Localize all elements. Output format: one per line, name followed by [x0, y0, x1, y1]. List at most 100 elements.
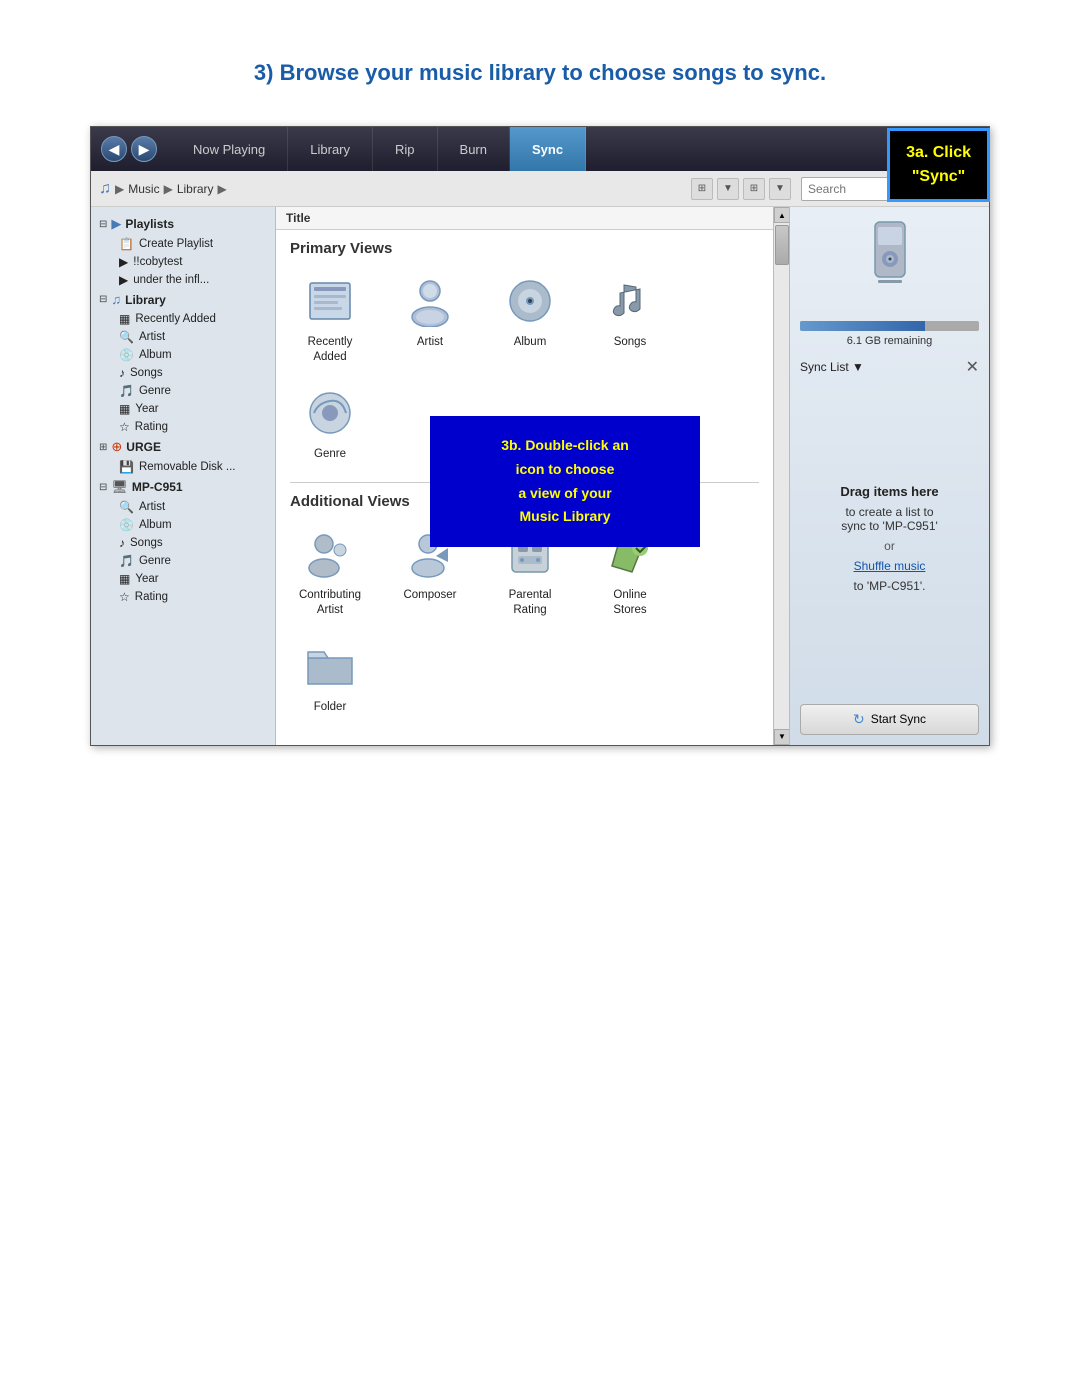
scrollbar-down[interactable]: ▼ — [774, 729, 790, 745]
primary-views-heading: Primary Views — [290, 240, 759, 257]
folder-label: Folder — [314, 700, 347, 715]
sync-start-label: Start Sync — [871, 712, 926, 726]
cobytest-icon: ▶ — [119, 255, 128, 269]
sidebar-under-infl[interactable]: ▶ under the infl... — [91, 271, 275, 289]
primary-views-grid: RecentlyAdded — [290, 273, 759, 365]
music-icon: ♫ — [99, 180, 111, 198]
recently-added-icon: ▦ — [119, 312, 130, 326]
mp-rating-icon: ☆ — [119, 590, 130, 604]
removable-disk-icon: 💾 — [119, 460, 134, 474]
sidebar-mp-album[interactable]: 💿 Album — [91, 516, 275, 534]
genre-label: Genre — [314, 447, 346, 462]
sidebar-toggle-library[interactable]: ⊟ ♫ Library — [91, 289, 275, 310]
fwd-button[interactable]: ▶ — [131, 136, 157, 162]
tab-now-playing[interactable]: Now Playing — [171, 127, 288, 171]
sync-shuffle-link[interactable]: Shuffle music — [854, 559, 926, 573]
sidebar-mp-rating[interactable]: ☆ Rating — [91, 588, 275, 606]
view-icon-3-dropdown[interactable]: ▼ — [769, 178, 791, 200]
tab-burn[interactable]: Burn — [438, 127, 510, 171]
sync-list-header: Sync List ▼ ✕ — [800, 357, 979, 377]
album-label: Album — [514, 335, 547, 350]
sidebar-rating[interactable]: ☆ Rating — [91, 418, 275, 436]
mp-year-icon: ▦ — [119, 572, 130, 586]
icon-genre[interactable]: Genre — [290, 385, 370, 462]
wmp-navbar: ◀ ▶ Now Playing Library Rip Burn Sync » — [91, 127, 989, 171]
contributing-artist-img — [302, 526, 358, 582]
mp-songs-icon: ♪ — [119, 536, 125, 550]
sync-shuffle-sub: to 'MP-C951'. — [854, 579, 926, 593]
back-button[interactable]: ◀ — [101, 136, 127, 162]
sidebar-recently-added[interactable]: ▦ Recently Added — [91, 310, 275, 328]
icon-artist[interactable]: Artist — [390, 273, 470, 365]
create-playlist-icon: 📋 — [119, 237, 134, 251]
view-icon-dropdown[interactable]: ▼ — [717, 178, 739, 200]
library-scrollbar[interactable]: ▲ ▼ — [773, 207, 789, 745]
tab-sync[interactable]: Sync — [510, 127, 586, 171]
genre-icon: 🎵 — [119, 384, 134, 398]
sidebar-year[interactable]: ▦ Year — [91, 400, 275, 418]
sync-storage-bar — [800, 321, 979, 331]
sync-drop-area: Drag items here to create a list tosync … — [800, 381, 979, 696]
nav-back-fwd: ◀ ▶ — [101, 136, 157, 162]
sidebar-toggle-mp[interactable]: ⊟ 🖥 MP-C951 — [91, 476, 275, 498]
sidebar-album[interactable]: 💿 Album — [91, 346, 275, 364]
artist-icon: 🔍 — [119, 330, 134, 344]
callout-3a-text: 3a. Click"Sync" — [906, 144, 971, 185]
sync-device-image — [800, 217, 979, 309]
sync-list-dropdown[interactable]: Sync List ▼ — [800, 360, 864, 374]
sidebar-mp-genre[interactable]: 🎵 Genre — [91, 552, 275, 570]
scrollbar-up[interactable]: ▲ — [774, 207, 790, 223]
sync-storage-fill — [800, 321, 925, 331]
mp-artist-icon: 🔍 — [119, 500, 134, 514]
folder-img — [302, 638, 358, 694]
icon-contributing-artist[interactable]: ContributingArtist — [290, 526, 370, 618]
col-header-title: Title — [276, 207, 773, 230]
sync-start-icon: ↻ — [853, 711, 865, 728]
contributing-artist-label: ContributingArtist — [299, 588, 361, 618]
recently-added-label: RecentlyAdded — [308, 335, 353, 365]
sync-drop-bold: Drag items here — [840, 484, 938, 499]
view-icons: ⊞ ▼ ⊞ ▼ — [691, 178, 791, 200]
scrollbar-thumb[interactable] — [775, 225, 789, 265]
sidebar-artist[interactable]: 🔍 Artist — [91, 328, 275, 346]
mp-album-icon: 💿 — [119, 518, 134, 532]
sidebar-urge[interactable]: ⊞ ⊕ URGE — [91, 436, 275, 458]
sidebar-toggle-playlists[interactable]: ⊟ ▶ Playlists — [91, 213, 275, 235]
songs-label: Songs — [614, 335, 647, 350]
sidebar-mp-songs[interactable]: ♪ Songs — [91, 534, 275, 552]
breadcrumb-music[interactable]: Music — [128, 182, 159, 196]
breadcrumb-library[interactable]: Library — [177, 182, 214, 196]
rating-icon: ☆ — [119, 420, 130, 434]
sidebar-mp-artist[interactable]: 🔍 Artist — [91, 498, 275, 516]
callout-3b-text: 3b. Double-click anicon to choosea view … — [501, 437, 629, 524]
tab-rip[interactable]: Rip — [373, 127, 438, 171]
breadcrumb-bar: ♫ ▶ Music ▶ Library ▶ ⊞ ▼ ⊞ ▼ 🔍 ▼ — [91, 171, 989, 207]
wmp-sidebar: ⊟ ▶ Playlists 📋 Create Playlist ▶ !!coby… — [91, 207, 276, 745]
view-icon-1[interactable]: ⊞ — [691, 178, 713, 200]
online-stores-label: OnlineStores — [613, 588, 646, 618]
tab-library[interactable]: Library — [288, 127, 373, 171]
sync-or-text: or — [884, 539, 895, 553]
album-icon: 💿 — [119, 348, 134, 362]
sidebar-mp-year[interactable]: ▦ Year — [91, 570, 275, 588]
view-icon-2[interactable]: ⊞ — [743, 178, 765, 200]
sidebar-genre[interactable]: 🎵 Genre — [91, 382, 275, 400]
callout-3b-container: 3b. Double-click anicon to choosea view … — [430, 416, 700, 547]
wmp-wrapper: ◀ ▶ Now Playing Library Rip Burn Sync » — [90, 126, 990, 746]
year-icon: ▦ — [119, 402, 130, 416]
sidebar-songs[interactable]: ♪ Songs — [91, 364, 275, 382]
icon-recently-added[interactable]: RecentlyAdded — [290, 273, 370, 365]
sidebar-cobytest[interactable]: ▶ !!cobytest — [91, 253, 275, 271]
icon-songs[interactable]: Songs — [590, 273, 670, 365]
artist-img — [402, 273, 458, 329]
icon-folder[interactable]: Folder — [290, 638, 370, 715]
page-title: 3) Browse your music library to choose s… — [254, 60, 826, 86]
scrollbar-track — [774, 223, 789, 729]
sidebar-create-playlist[interactable]: 📋 Create Playlist — [91, 235, 275, 253]
sidebar-removable-disk[interactable]: 💾 Removable Disk ... — [91, 458, 275, 476]
sync-close-button[interactable]: ✕ — [966, 357, 979, 377]
icon-album[interactable]: Album — [490, 273, 570, 365]
callout-3a-container: 3a. Click"Sync" — [887, 128, 990, 202]
songs-icon: ♪ — [119, 366, 125, 380]
sync-start-button[interactable]: ↻ Start Sync — [800, 704, 979, 735]
